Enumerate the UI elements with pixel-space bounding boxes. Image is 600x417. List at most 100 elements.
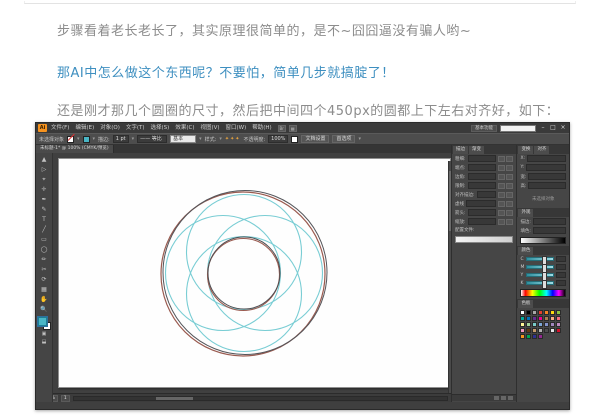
- tool-icon[interactable]: ▦: [38, 285, 51, 294]
- option-button[interactable]: [498, 201, 505, 207]
- gradient-slider[interactable]: [520, 237, 566, 244]
- color-swatch[interactable]: [538, 322, 543, 327]
- option-button[interactable]: [498, 174, 505, 180]
- chevron-down-icon[interactable]: ▾: [77, 136, 80, 142]
- row-field[interactable]: [533, 227, 566, 234]
- color-swatch[interactable]: [556, 310, 561, 315]
- document-setup-button[interactable]: 文档设置: [301, 135, 329, 143]
- draw-mode-icon[interactable]: ▣: [38, 331, 51, 338]
- color-swatch[interactable]: [526, 322, 531, 327]
- fill-color-swatch[interactable]: [67, 136, 74, 143]
- cyan-circle-right[interactable]: [208, 216, 323, 331]
- color-swatch[interactable]: [550, 310, 555, 315]
- screen-mode-icon[interactable]: ⬓: [38, 339, 51, 346]
- menu-item[interactable]: 效果(C): [172, 123, 197, 133]
- menu-item[interactable]: 帮助(H): [249, 123, 274, 133]
- panel-tab[interactable]: 描边: [453, 146, 468, 154]
- tool-icon[interactable]: ✛: [38, 185, 51, 194]
- option-button[interactable]: [498, 183, 505, 189]
- color-swatch[interactable]: [550, 328, 555, 333]
- document-tab[interactable]: 未标题-1* @ 100% (CMYK/预览): [36, 145, 114, 153]
- row-field[interactable]: [468, 209, 497, 216]
- color-swatch[interactable]: [538, 316, 543, 321]
- color-swatch[interactable]: [532, 328, 537, 333]
- option-button[interactable]: [506, 192, 513, 198]
- row-field[interactable]: [528, 173, 566, 180]
- row-field[interactable]: [468, 182, 497, 189]
- width-profile-preview[interactable]: [455, 236, 513, 243]
- menu-item[interactable]: 对象(O): [97, 123, 123, 133]
- color-swatch[interactable]: [520, 328, 525, 333]
- color-swatch[interactable]: [544, 322, 549, 327]
- color-swatch[interactable]: [544, 316, 549, 321]
- option-button[interactable]: [498, 156, 505, 162]
- option-button[interactable]: [506, 183, 513, 189]
- row-field[interactable]: [528, 182, 566, 189]
- footer-icon[interactable]: [501, 396, 506, 400]
- preferences-button[interactable]: 首选项: [332, 135, 355, 143]
- option-button[interactable]: [506, 165, 513, 171]
- row-field[interactable]: [533, 218, 566, 225]
- panel-tab[interactable]: 渐变: [469, 146, 484, 154]
- panel-tab[interactable]: 对齐: [534, 146, 549, 154]
- color-swatch[interactable]: [556, 316, 561, 321]
- color-swatch[interactable]: [556, 322, 561, 327]
- fill-stroke-indicator[interactable]: [38, 317, 51, 330]
- stroke-profile-dropdown[interactable]: —— 等比: [137, 135, 167, 143]
- chevron-down-icon[interactable]: ▾: [93, 136, 96, 142]
- channel-value-field[interactable]: [556, 280, 566, 286]
- artboard-nav-field[interactable]: 1: [61, 395, 70, 402]
- chevron-down-icon[interactable]: ▾: [132, 136, 135, 142]
- tool-icon[interactable]: ▲: [38, 155, 51, 164]
- inner-circle-dark[interactable]: [208, 237, 280, 309]
- tool-icon[interactable]: ⟳: [38, 275, 51, 284]
- row-field[interactable]: [527, 155, 566, 162]
- tool-icon[interactable]: ▭: [38, 235, 51, 244]
- option-button[interactable]: [506, 156, 513, 162]
- color-swatch[interactable]: [526, 316, 531, 321]
- option-button[interactable]: [506, 174, 513, 180]
- footer-icon[interactable]: [508, 396, 513, 400]
- footer-icon[interactable]: [494, 396, 499, 400]
- appearance-panel-tab[interactable]: 外观: [518, 209, 533, 217]
- channel-value-field[interactable]: [556, 272, 566, 278]
- row-field[interactable]: [477, 191, 497, 198]
- tool-icon[interactable]: ✒: [38, 195, 51, 204]
- color-swatch[interactable]: [550, 322, 555, 327]
- tool-icon[interactable]: ✋: [38, 295, 51, 304]
- workspace-switcher[interactable]: 基本功能: [471, 125, 497, 132]
- color-swatch[interactable]: [520, 322, 525, 327]
- tool-icon[interactable]: ▷: [38, 165, 51, 174]
- window-control-button[interactable]: □: [549, 124, 557, 132]
- color-swatch[interactable]: [520, 310, 525, 315]
- swatches-panel-tab[interactable]: 色板: [518, 300, 533, 308]
- row-field[interactable]: [468, 218, 497, 225]
- align-glyphs-icon[interactable]: ✦✦✦: [225, 136, 241, 142]
- tool-icon[interactable]: ╱: [38, 225, 51, 234]
- color-swatch[interactable]: [532, 316, 537, 321]
- tool-icon[interactable]: ⌖: [38, 175, 51, 184]
- channel-slider[interactable]: [526, 265, 554, 269]
- channel-value-field[interactable]: [556, 264, 566, 270]
- color-swatch[interactable]: [538, 334, 543, 339]
- fill-proxy-icon[interactable]: [38, 317, 47, 326]
- tool-icon[interactable]: ✏: [38, 255, 51, 264]
- color-swatch[interactable]: [532, 310, 537, 315]
- window-control-button[interactable]: ×: [559, 124, 567, 132]
- opacity-field[interactable]: 100%: [268, 135, 288, 143]
- window-control-button[interactable]: –: [539, 124, 547, 132]
- menu-item[interactable]: 文件(F): [48, 123, 72, 133]
- cyan-circle-left[interactable]: [166, 216, 281, 331]
- canvas-area[interactable]: [36, 153, 453, 393]
- cyan-circle-top[interactable]: [187, 195, 302, 310]
- tool-icon[interactable]: 🔍: [38, 305, 51, 314]
- color-swatch[interactable]: [538, 328, 543, 333]
- bridge-icon[interactable]: Br: [278, 125, 286, 132]
- option-button[interactable]: [498, 219, 505, 225]
- color-swatch[interactable]: [526, 310, 531, 315]
- artboard[interactable]: [58, 158, 451, 388]
- color-swatch[interactable]: [532, 334, 537, 339]
- channel-value-field[interactable]: [556, 256, 566, 262]
- option-button[interactable]: [498, 210, 505, 216]
- option-button[interactable]: [506, 201, 513, 207]
